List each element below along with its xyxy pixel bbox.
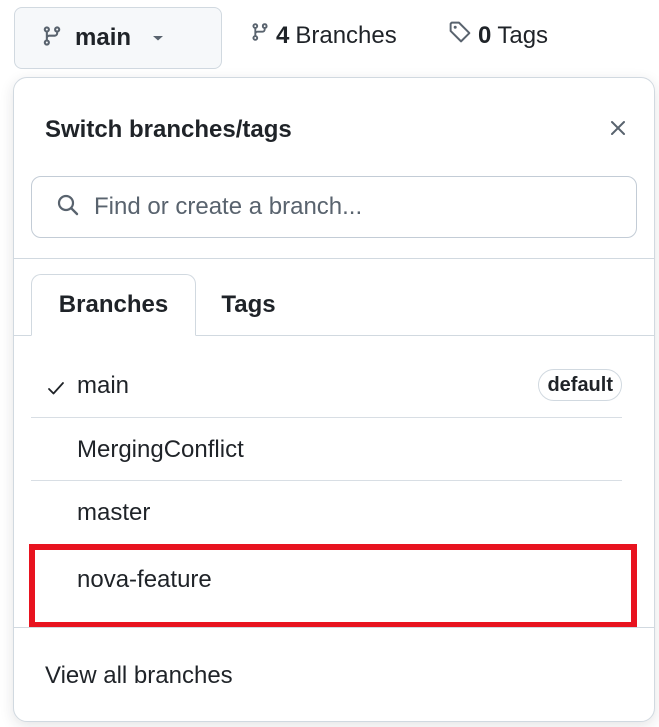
branch-name: master (77, 498, 151, 526)
branch-item-nova-feature[interactable]: nova-feature (31, 548, 622, 611)
current-branch-name: main (75, 24, 132, 51)
branch-item-master[interactable]: master (31, 481, 622, 544)
git-branch-icon (41, 23, 63, 54)
triangle-down-icon (151, 33, 165, 43)
branches-label: Branches (295, 21, 397, 49)
branch-selector-button[interactable]: main (14, 7, 222, 69)
git-branch-icon (250, 20, 270, 51)
branch-item-main[interactable]: main default (31, 354, 622, 417)
branch-name: MergingConflict (77, 435, 244, 463)
view-all-branches-link[interactable]: View all branches (45, 662, 233, 690)
branches-count: 4 (276, 21, 290, 49)
branch-name: main (77, 371, 130, 399)
tab-branches[interactable]: Branches (31, 274, 196, 336)
close-icon[interactable] (604, 114, 632, 142)
divider (14, 258, 654, 259)
branch-item-mergingconflict[interactable]: MergingConflict (31, 418, 622, 481)
tab-tags[interactable]: Tags (196, 274, 301, 336)
search-icon (56, 193, 80, 222)
branch-search-field[interactable] (31, 176, 637, 238)
dropdown-title: Switch branches/tags (45, 116, 292, 143)
tags-count: 0 (478, 21, 492, 49)
tag-icon (448, 20, 472, 51)
page: main 4 Branches 0 Tags Switch branches/t… (0, 0, 659, 727)
divider (14, 627, 654, 628)
branch-dropdown-panel: Switch branches/tags Branches Tags (13, 77, 655, 722)
tags-label: Tags (497, 21, 549, 49)
tags-count-link[interactable]: 0 Tags (448, 20, 548, 51)
branch-search-input[interactable] (94, 193, 594, 221)
branch-name: nova-feature (77, 565, 212, 593)
default-badge: default (538, 369, 622, 401)
check-icon (47, 376, 65, 404)
branches-count-link[interactable]: 4 Branches (250, 20, 397, 51)
